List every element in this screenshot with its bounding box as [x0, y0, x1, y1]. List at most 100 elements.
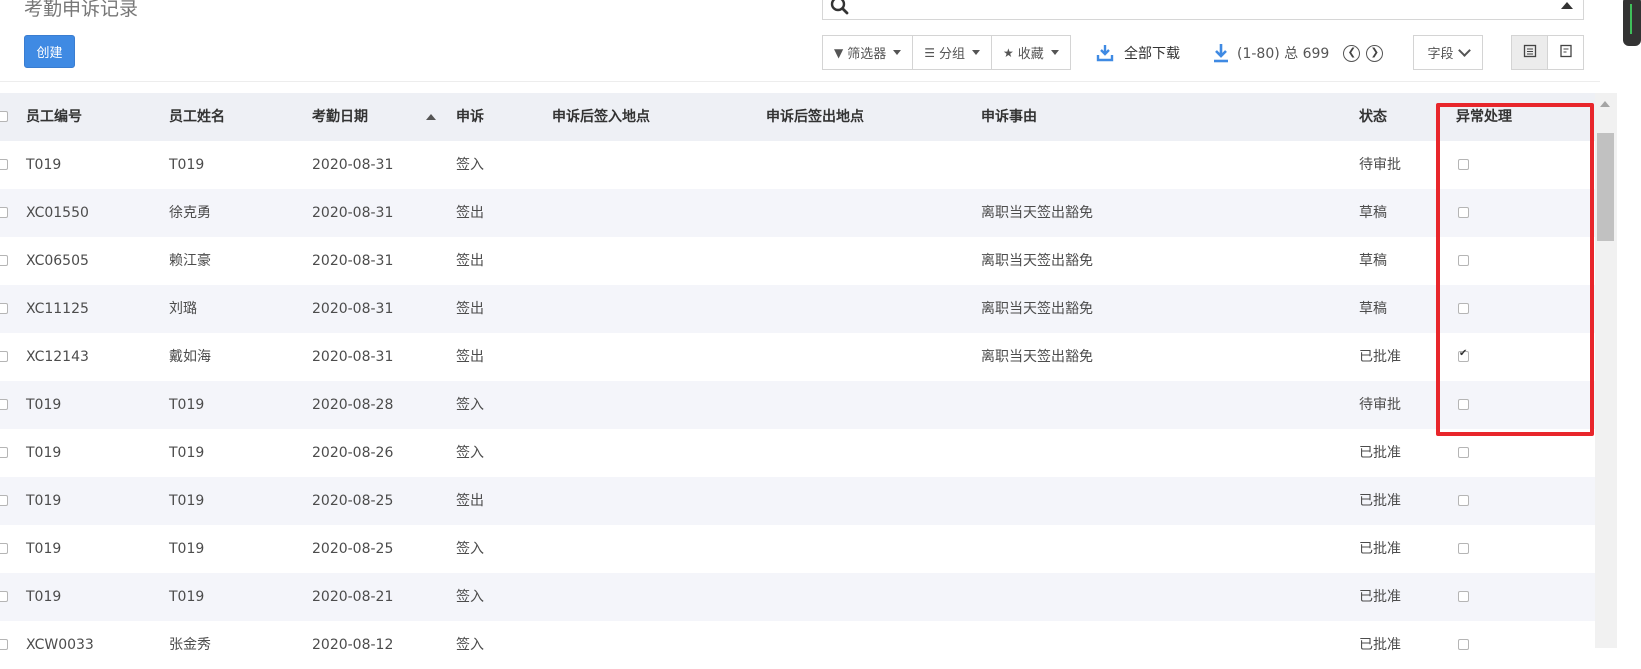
table-cell: 2020-08-21: [312, 589, 394, 605]
column-header[interactable]: 考勤日期: [312, 93, 368, 141]
favorite-label: 收藏: [1017, 47, 1044, 62]
row-select-checkbox[interactable]: [0, 495, 8, 506]
table-cell: 2020-08-31: [312, 253, 394, 269]
column-header[interactable]: 异常处理: [1456, 93, 1512, 141]
corner-widget-icon: [1623, 0, 1641, 46]
column-header[interactable]: 申诉后签出地点: [766, 93, 864, 141]
table-row[interactable]: T019 T019 2020-08-26 签入 已批准: [0, 429, 1595, 477]
scroll-up-icon[interactable]: [1600, 101, 1610, 107]
table-cell: 已批准: [1359, 349, 1401, 365]
select-all-checkbox[interactable]: [0, 111, 8, 122]
table-cell: 2020-08-26: [312, 445, 394, 461]
create-button[interactable]: 创建: [24, 35, 75, 68]
table-cell: T019: [26, 541, 62, 557]
table-cell: 签入: [456, 541, 484, 557]
table-row[interactable]: T019 T019 2020-08-21 签入 已批准: [0, 573, 1595, 621]
table-row[interactable]: XCW0033 张金秀 2020-08-12 签入 已批准: [0, 621, 1595, 669]
exception-checkbox[interactable]: [1458, 207, 1469, 218]
table-cell: 2020-08-31: [312, 349, 394, 365]
table-row[interactable]: T019 T019 2020-08-25 签入 已批准: [0, 525, 1595, 573]
table-cell: 签出: [456, 349, 484, 365]
table-cell: XC11125: [26, 301, 89, 317]
table-row[interactable]: T019 T019 2020-08-28 签入 待审批: [0, 381, 1595, 429]
table-cell: 离职当天签出豁免: [981, 253, 1093, 269]
table-row[interactable]: XC01550 徐克勇 2020-08-31 签出 离职当天签出豁免 草稿: [0, 189, 1595, 237]
table-cell: T019: [169, 157, 205, 173]
fields-label: 字段: [1427, 47, 1454, 62]
row-select-checkbox[interactable]: [0, 591, 8, 602]
table-cell: 签出: [456, 301, 484, 317]
table-cell: T019: [26, 397, 62, 413]
row-select-checkbox[interactable]: [0, 351, 8, 362]
table-cell: 已批准: [1359, 637, 1401, 653]
exception-checkbox[interactable]: [1458, 543, 1469, 554]
table-cell: 赖江豪: [169, 253, 211, 269]
row-select-checkbox[interactable]: [0, 255, 8, 266]
row-select-checkbox[interactable]: [0, 399, 8, 410]
pager: (1-80) 总 699 ❮ ❯: [1213, 40, 1384, 66]
pager-previous-icon[interactable]: ❮: [1343, 44, 1361, 62]
form-view-button[interactable]: [1547, 35, 1584, 70]
table-cell: 2020-08-31: [312, 205, 394, 221]
exception-checkbox[interactable]: [1458, 303, 1469, 314]
exception-checkbox[interactable]: [1458, 591, 1469, 602]
column-header[interactable]: 员工姓名: [169, 93, 225, 141]
table-cell: 签入: [456, 637, 484, 653]
view-switcher: [1511, 35, 1584, 70]
table-row[interactable]: XC06505 赖江豪 2020-08-31 签出 离职当天签出豁免 草稿: [0, 237, 1595, 285]
table-cell: T019: [169, 397, 205, 413]
caret-down-icon: [1050, 50, 1059, 55]
table-row[interactable]: XC12143 戴如海 2020-08-31 签出 离职当天签出豁免 已批准: [0, 333, 1595, 381]
search-options-toggle[interactable]: [1561, 2, 1573, 9]
table-cell: T019: [169, 541, 205, 557]
table-cell: 刘璐: [169, 301, 197, 317]
group-button[interactable]: ☰ 分组: [912, 35, 993, 70]
pager-next-icon[interactable]: ❯: [1366, 44, 1384, 62]
fields-button[interactable]: 字段: [1413, 35, 1483, 70]
list-view-button[interactable]: [1511, 35, 1548, 70]
table-cell: T019: [26, 445, 62, 461]
column-header[interactable]: 状态: [1359, 93, 1387, 141]
exception-checkbox[interactable]: [1458, 399, 1469, 410]
table-cell: 2020-08-25: [312, 541, 394, 557]
row-select-checkbox[interactable]: [0, 543, 8, 554]
star-icon: ★: [1003, 45, 1014, 60]
caret-down-icon: [972, 50, 981, 55]
column-header[interactable]: 申诉事由: [981, 93, 1037, 141]
filter-button[interactable]: ▼ 筛选器: [822, 35, 914, 70]
download-all-button[interactable]: 全部下载: [1096, 40, 1180, 66]
exception-checkbox[interactable]: [1458, 447, 1469, 458]
row-select-checkbox[interactable]: [0, 639, 8, 650]
table-cell: XC06505: [26, 253, 89, 269]
column-header[interactable]: 申诉后签入地点: [552, 93, 650, 141]
pager-value[interactable]: (1-80) 总 699: [1237, 43, 1329, 63]
exception-checkbox[interactable]: [1458, 159, 1469, 170]
table-cell: 签入: [456, 397, 484, 413]
scroll-thumb[interactable]: [1597, 133, 1614, 241]
table-header: 员工编号 员工姓名 考勤日期 申诉 申诉后签入地点 申诉后签出地点 申诉事由 状…: [0, 93, 1595, 141]
exception-checkbox[interactable]: [1458, 348, 1469, 362]
download-icon[interactable]: [1213, 43, 1229, 63]
column-header[interactable]: 申诉: [456, 93, 484, 141]
table-row[interactable]: T019 T019 2020-08-25 签出 已批准: [0, 477, 1595, 525]
table-cell: 签出: [456, 253, 484, 269]
row-select-checkbox[interactable]: [0, 303, 8, 314]
table-row[interactable]: T019 T019 2020-08-31 签入 待审批: [0, 141, 1595, 189]
exception-checkbox[interactable]: [1458, 255, 1469, 266]
table-cell: XC12143: [26, 349, 89, 365]
table-cell: 签出: [456, 205, 484, 221]
exception-checkbox[interactable]: [1458, 639, 1469, 650]
favorite-button[interactable]: ★ 收藏: [991, 35, 1071, 70]
exception-checkbox[interactable]: [1458, 495, 1469, 506]
search-box[interactable]: [822, 0, 1584, 20]
bars-icon: ☰: [924, 45, 936, 60]
row-select-checkbox[interactable]: [0, 207, 8, 218]
row-select-checkbox[interactable]: [0, 159, 8, 170]
vertical-scrollbar[interactable]: [1595, 93, 1617, 648]
right-gutter: [1617, 0, 1641, 648]
row-select-checkbox[interactable]: [0, 447, 8, 458]
table-row[interactable]: XC11125 刘璐 2020-08-31 签出 离职当天签出豁免 草稿: [0, 285, 1595, 333]
search-input[interactable]: [853, 0, 1547, 18]
column-header[interactable]: 员工编号: [26, 93, 82, 141]
table-cell: 2020-08-25: [312, 493, 394, 509]
